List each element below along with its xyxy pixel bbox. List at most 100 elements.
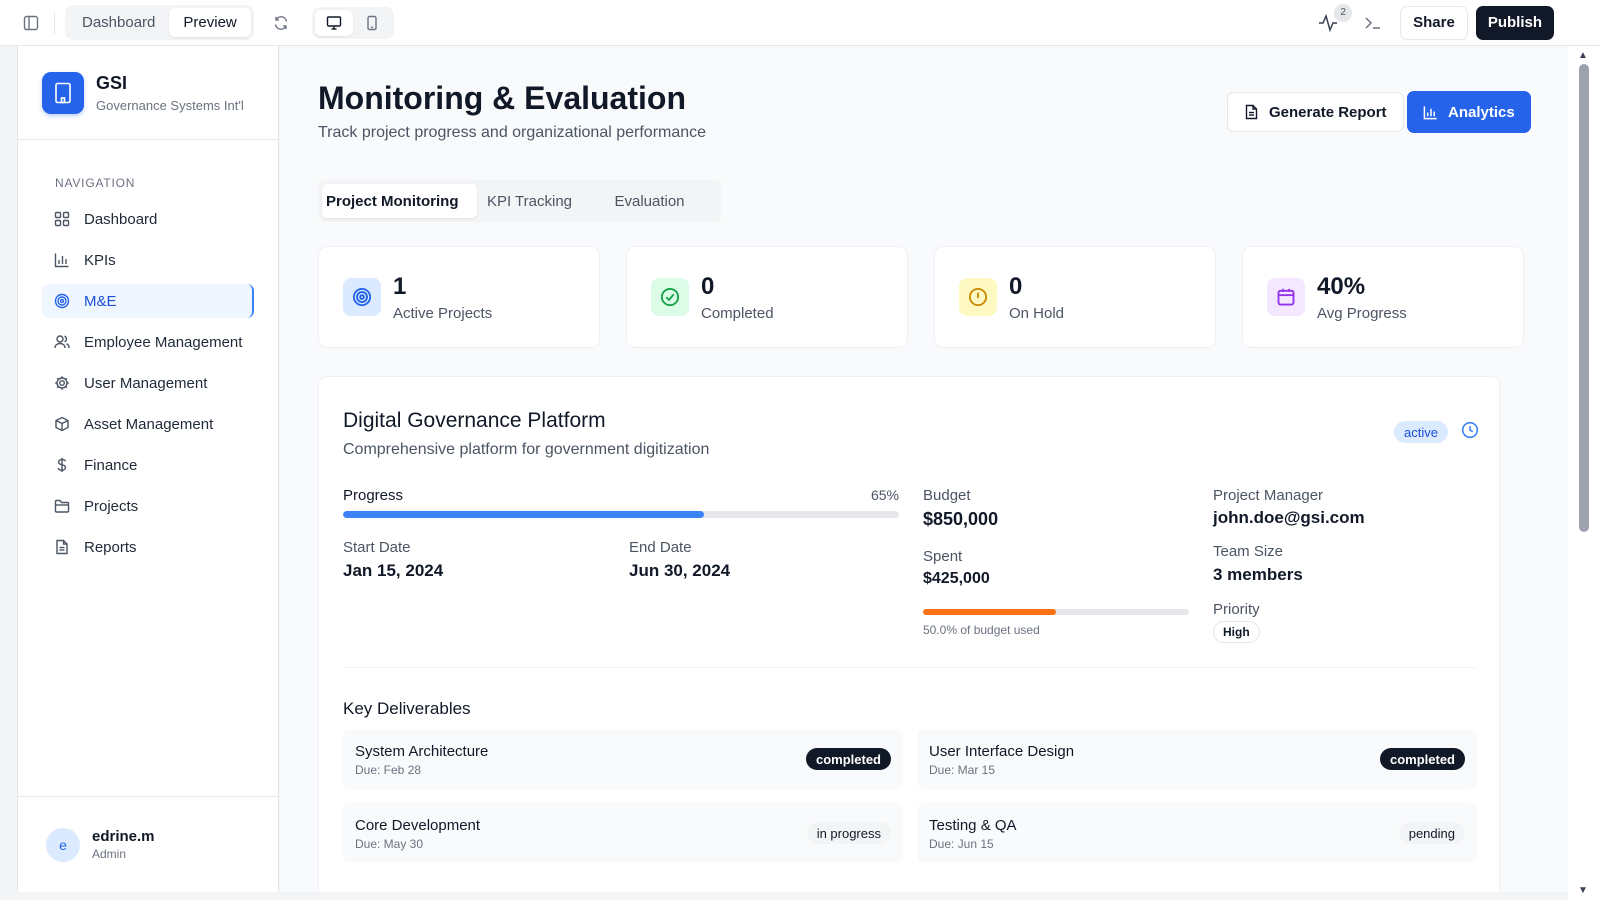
share-button[interactable]: Share: [1400, 5, 1468, 40]
calendar-icon: [1267, 278, 1305, 316]
top-toolbar: Dashboard Preview 2 Share Publish: [0, 0, 1600, 46]
analytics-button[interactable]: Analytics: [1407, 91, 1531, 133]
sidebar-item-dashboard[interactable]: Dashboard: [42, 202, 254, 236]
deliverable-name: Testing & QA: [929, 817, 1017, 834]
desktop-icon[interactable]: [314, 9, 353, 36]
generate-report-label: Generate Report: [1269, 103, 1387, 121]
sidebar-item-asset-management[interactable]: Asset Management: [42, 407, 254, 441]
sidebar-item-label: KPIs: [84, 251, 116, 269]
project-title: Digital Governance Platform: [343, 409, 606, 432]
alert-circle-icon: [959, 278, 997, 316]
sidebar-item-reports[interactable]: Reports: [42, 530, 254, 564]
deliverable-status-badge: completed: [805, 748, 891, 770]
terminal-icon[interactable]: [1354, 8, 1392, 38]
sidebar-item-kpis[interactable]: KPIs: [42, 243, 254, 277]
stat-card-active-projects: 1 Active Projects: [318, 246, 600, 348]
stat-label: On Hold: [1009, 304, 1065, 322]
project-manager-label: Project Manager: [1213, 487, 1324, 504]
scrollbar-thumb[interactable]: [1579, 64, 1589, 532]
team-size-label: Team Size: [1213, 543, 1284, 560]
deliverable-item: Core Development Due: May 30 in progress: [343, 803, 903, 863]
sidebar-item-employee-management[interactable]: Employee Management: [42, 325, 254, 359]
stat-value: 0: [701, 272, 715, 300]
scroll-up-arrow-icon[interactable]: ▲: [1578, 50, 1588, 61]
sidebar-item-label: M&E: [84, 292, 117, 310]
bar-chart-icon: [1423, 105, 1437, 119]
project-manager-value: john.doe@gsi.com: [1213, 508, 1365, 527]
stat-card-avg-progress: 40% Avg Progress: [1242, 246, 1524, 348]
tab-bar: Project Monitoring KPI Tracking Evaluati…: [318, 180, 721, 222]
deliverable-status-badge: pending: [1398, 822, 1465, 844]
toolbar-divider: [54, 11, 55, 34]
progress-label: Progress: [343, 487, 404, 504]
activity-icon[interactable]: 2: [1310, 3, 1353, 38]
team-size-value: 3 members: [1213, 565, 1303, 584]
file-icon: [54, 538, 72, 556]
tab-project-monitoring[interactable]: Project Monitoring: [322, 184, 477, 218]
box-icon: [54, 415, 72, 433]
stat-card-completed: 0 Completed: [626, 246, 908, 348]
stat-value: 40%: [1317, 272, 1366, 300]
sidebar: GSI Governance Systems Int'l NAVIGATION …: [17, 46, 279, 892]
page-subtitle: Track project progress and organizationa…: [318, 124, 707, 141]
stat-value: 1: [393, 272, 407, 300]
sidebar-item-label: Finance: [84, 456, 138, 474]
tab-kpi-tracking[interactable]: KPI Tracking: [477, 184, 597, 218]
deliverable-item: System Architecture Due: Feb 28 complete…: [343, 729, 903, 789]
sidebar-item-finance[interactable]: Finance: [42, 448, 254, 482]
grid-icon: [54, 210, 72, 228]
page-scrollbar[interactable]: ▲ ▼: [1568, 46, 1600, 900]
file-icon: [1245, 104, 1258, 120]
avatar: e: [46, 827, 80, 862]
users-icon: [54, 333, 72, 351]
user-profile[interactable]: e edrine.m Admin: [18, 796, 278, 892]
gear-icon: [54, 374, 72, 392]
deliverable-item: Testing & QA Due: Jun 15 pending: [917, 803, 1477, 863]
key-deliverables-title: Key Deliverables: [343, 699, 471, 718]
sidebar-item-m-and-e[interactable]: M&E: [42, 284, 254, 318]
bar-chart-icon: [54, 251, 72, 269]
scroll-down-arrow-icon[interactable]: ▼: [1578, 885, 1588, 896]
stat-label: Completed: [701, 304, 774, 322]
start-date-label: Start Date: [343, 539, 411, 556]
progress-bar-fill: [343, 511, 705, 518]
budget-used-note: 50.0% of budget used: [923, 623, 1040, 637]
folder-icon: [54, 497, 72, 515]
deliverable-due: Due: Jun 15: [929, 837, 994, 851]
target-icon: [343, 278, 381, 316]
nav-list: Dashboard KPIs M&E Employee Management U…: [18, 202, 278, 564]
user-name: edrine.m: [92, 828, 155, 845]
brand-subtitle: Governance Systems Int'l: [96, 97, 244, 113]
mobile-icon[interactable]: [353, 10, 391, 36]
sidebar-toggle-icon[interactable]: [12, 8, 50, 38]
stat-card-on-hold: 0 On Hold: [934, 246, 1216, 348]
clock-icon[interactable]: [1461, 421, 1479, 444]
sidebar-item-label: Projects: [84, 497, 139, 515]
progress-bar: [343, 511, 899, 518]
sidebar-item-user-management[interactable]: User Management: [42, 366, 254, 400]
target-icon: [54, 292, 72, 310]
start-date-value: Jan 15, 2024: [343, 561, 444, 580]
sidebar-item-label: Dashboard: [84, 210, 158, 228]
stat-label: Avg Progress: [1317, 304, 1407, 322]
progress-percent: 65%: [870, 487, 899, 503]
deliverable-status-badge: completed: [1379, 748, 1465, 770]
spent-value: $425,000: [923, 570, 990, 587]
preview-view-button[interactable]: Preview: [169, 8, 251, 37]
tab-evaluation[interactable]: Evaluation: [597, 184, 717, 218]
dashboard-view-button[interactable]: Dashboard: [68, 8, 169, 37]
analytics-label: Analytics: [1448, 103, 1515, 121]
deliverables-grid: System Architecture Due: Feb 28 complete…: [343, 729, 1477, 863]
refresh-icon[interactable]: [262, 8, 300, 38]
main-content: Monitoring & Evaluation Track project pr…: [280, 46, 1568, 892]
sidebar-item-projects[interactable]: Projects: [42, 489, 254, 523]
nav-section-title: NAVIGATION: [55, 176, 136, 190]
project-card: Digital Governance Platform Comprehensiv…: [318, 376, 1500, 892]
stats-row: 1 Active Projects 0 Completed 0 On Hold: [318, 246, 1524, 348]
spent-label: Spent: [923, 548, 963, 565]
brand-name: GSI: [96, 72, 128, 93]
sidebar-item-label: Asset Management: [84, 415, 214, 433]
generate-report-button[interactable]: Generate Report: [1227, 92, 1404, 132]
publish-button[interactable]: Publish: [1475, 5, 1554, 40]
status-badge: active: [1394, 421, 1448, 443]
